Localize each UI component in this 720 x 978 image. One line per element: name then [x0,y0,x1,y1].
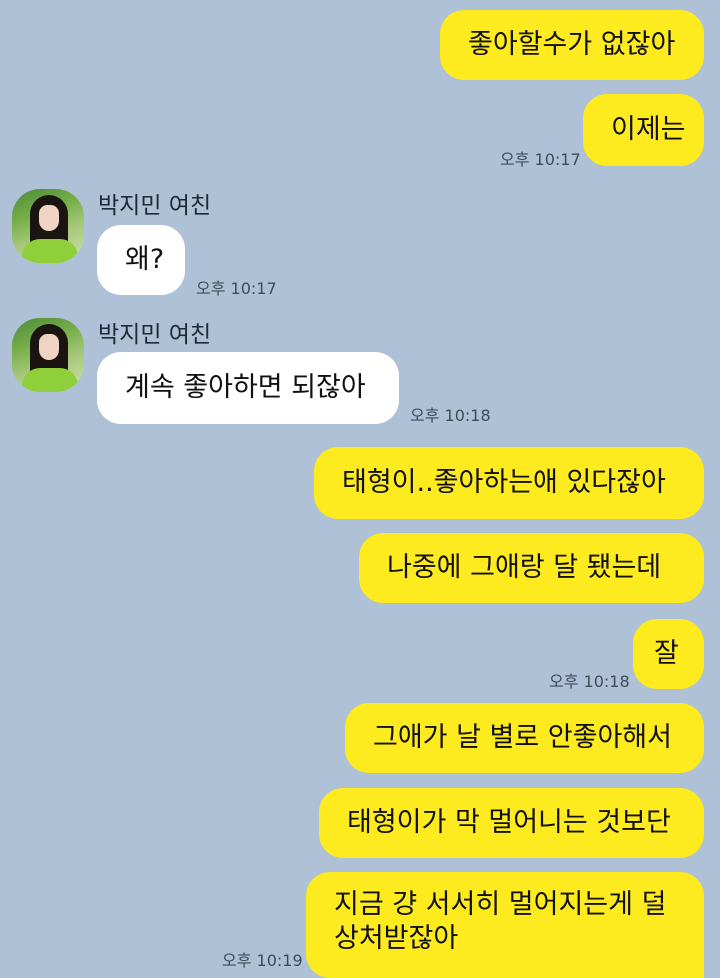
message-timestamp: 오후 10:19 [222,951,303,970]
message-bubble-received[interactable]: 왜? [97,225,185,295]
message-text: 나중에 그애랑 달 됐는데 [387,552,662,583]
message-text: 태형이가 막 멀어니는 것보단 [347,807,671,838]
contact-avatar[interactable] [12,318,84,392]
avatar-face [39,334,59,360]
message-text: 이제는 [611,114,686,145]
message-bubble-sent[interactable]: 지금 걍 서서히 멀어지는게 덜 상처받잖아 [306,872,704,978]
message-bubble-sent[interactable]: 이제는 [583,94,704,166]
message-text: 지금 걍 서서히 멀어지는게 덜 상처받잖아 [334,889,667,954]
message-text: 그애가 날 별로 안좋아해서 [373,722,672,753]
message-text: 태형이..좋아하는애 있다잖아 [342,467,666,498]
message-text: 좋아할수가 없잖아 [468,29,676,60]
message-bubble-sent[interactable]: 태형이가 막 멀어니는 것보단 [319,788,704,858]
message-bubble-received[interactable]: 계속 좋아하면 되잖아 [97,352,399,424]
avatar-face [39,205,59,231]
contact-name: 박지민 여친 [98,322,212,348]
message-timestamp: 오후 10:17 [196,279,277,298]
avatar-shirt [22,239,78,263]
message-bubble-sent[interactable]: 좋아할수가 없잖아 [440,10,704,80]
message-bubble-sent[interactable]: 잘 [633,619,704,689]
message-bubble-sent[interactable]: 태형이..좋아하는애 있다잖아 [314,447,704,519]
message-text: 왜? [125,244,165,275]
contact-avatar[interactable] [12,189,84,263]
message-timestamp: 오후 10:18 [549,672,630,691]
contact-name: 박지민 여친 [98,193,212,219]
avatar-shirt [22,368,78,392]
message-text: 잘 [654,638,679,669]
message-bubble-sent[interactable]: 그애가 날 별로 안좋아해서 [345,703,704,773]
message-bubble-sent[interactable]: 나중에 그애랑 달 됐는데 [359,533,704,603]
message-text: 계속 좋아하면 되잖아 [125,372,366,403]
message-timestamp: 오후 10:17 [500,150,581,169]
message-timestamp: 오후 10:18 [410,406,491,425]
